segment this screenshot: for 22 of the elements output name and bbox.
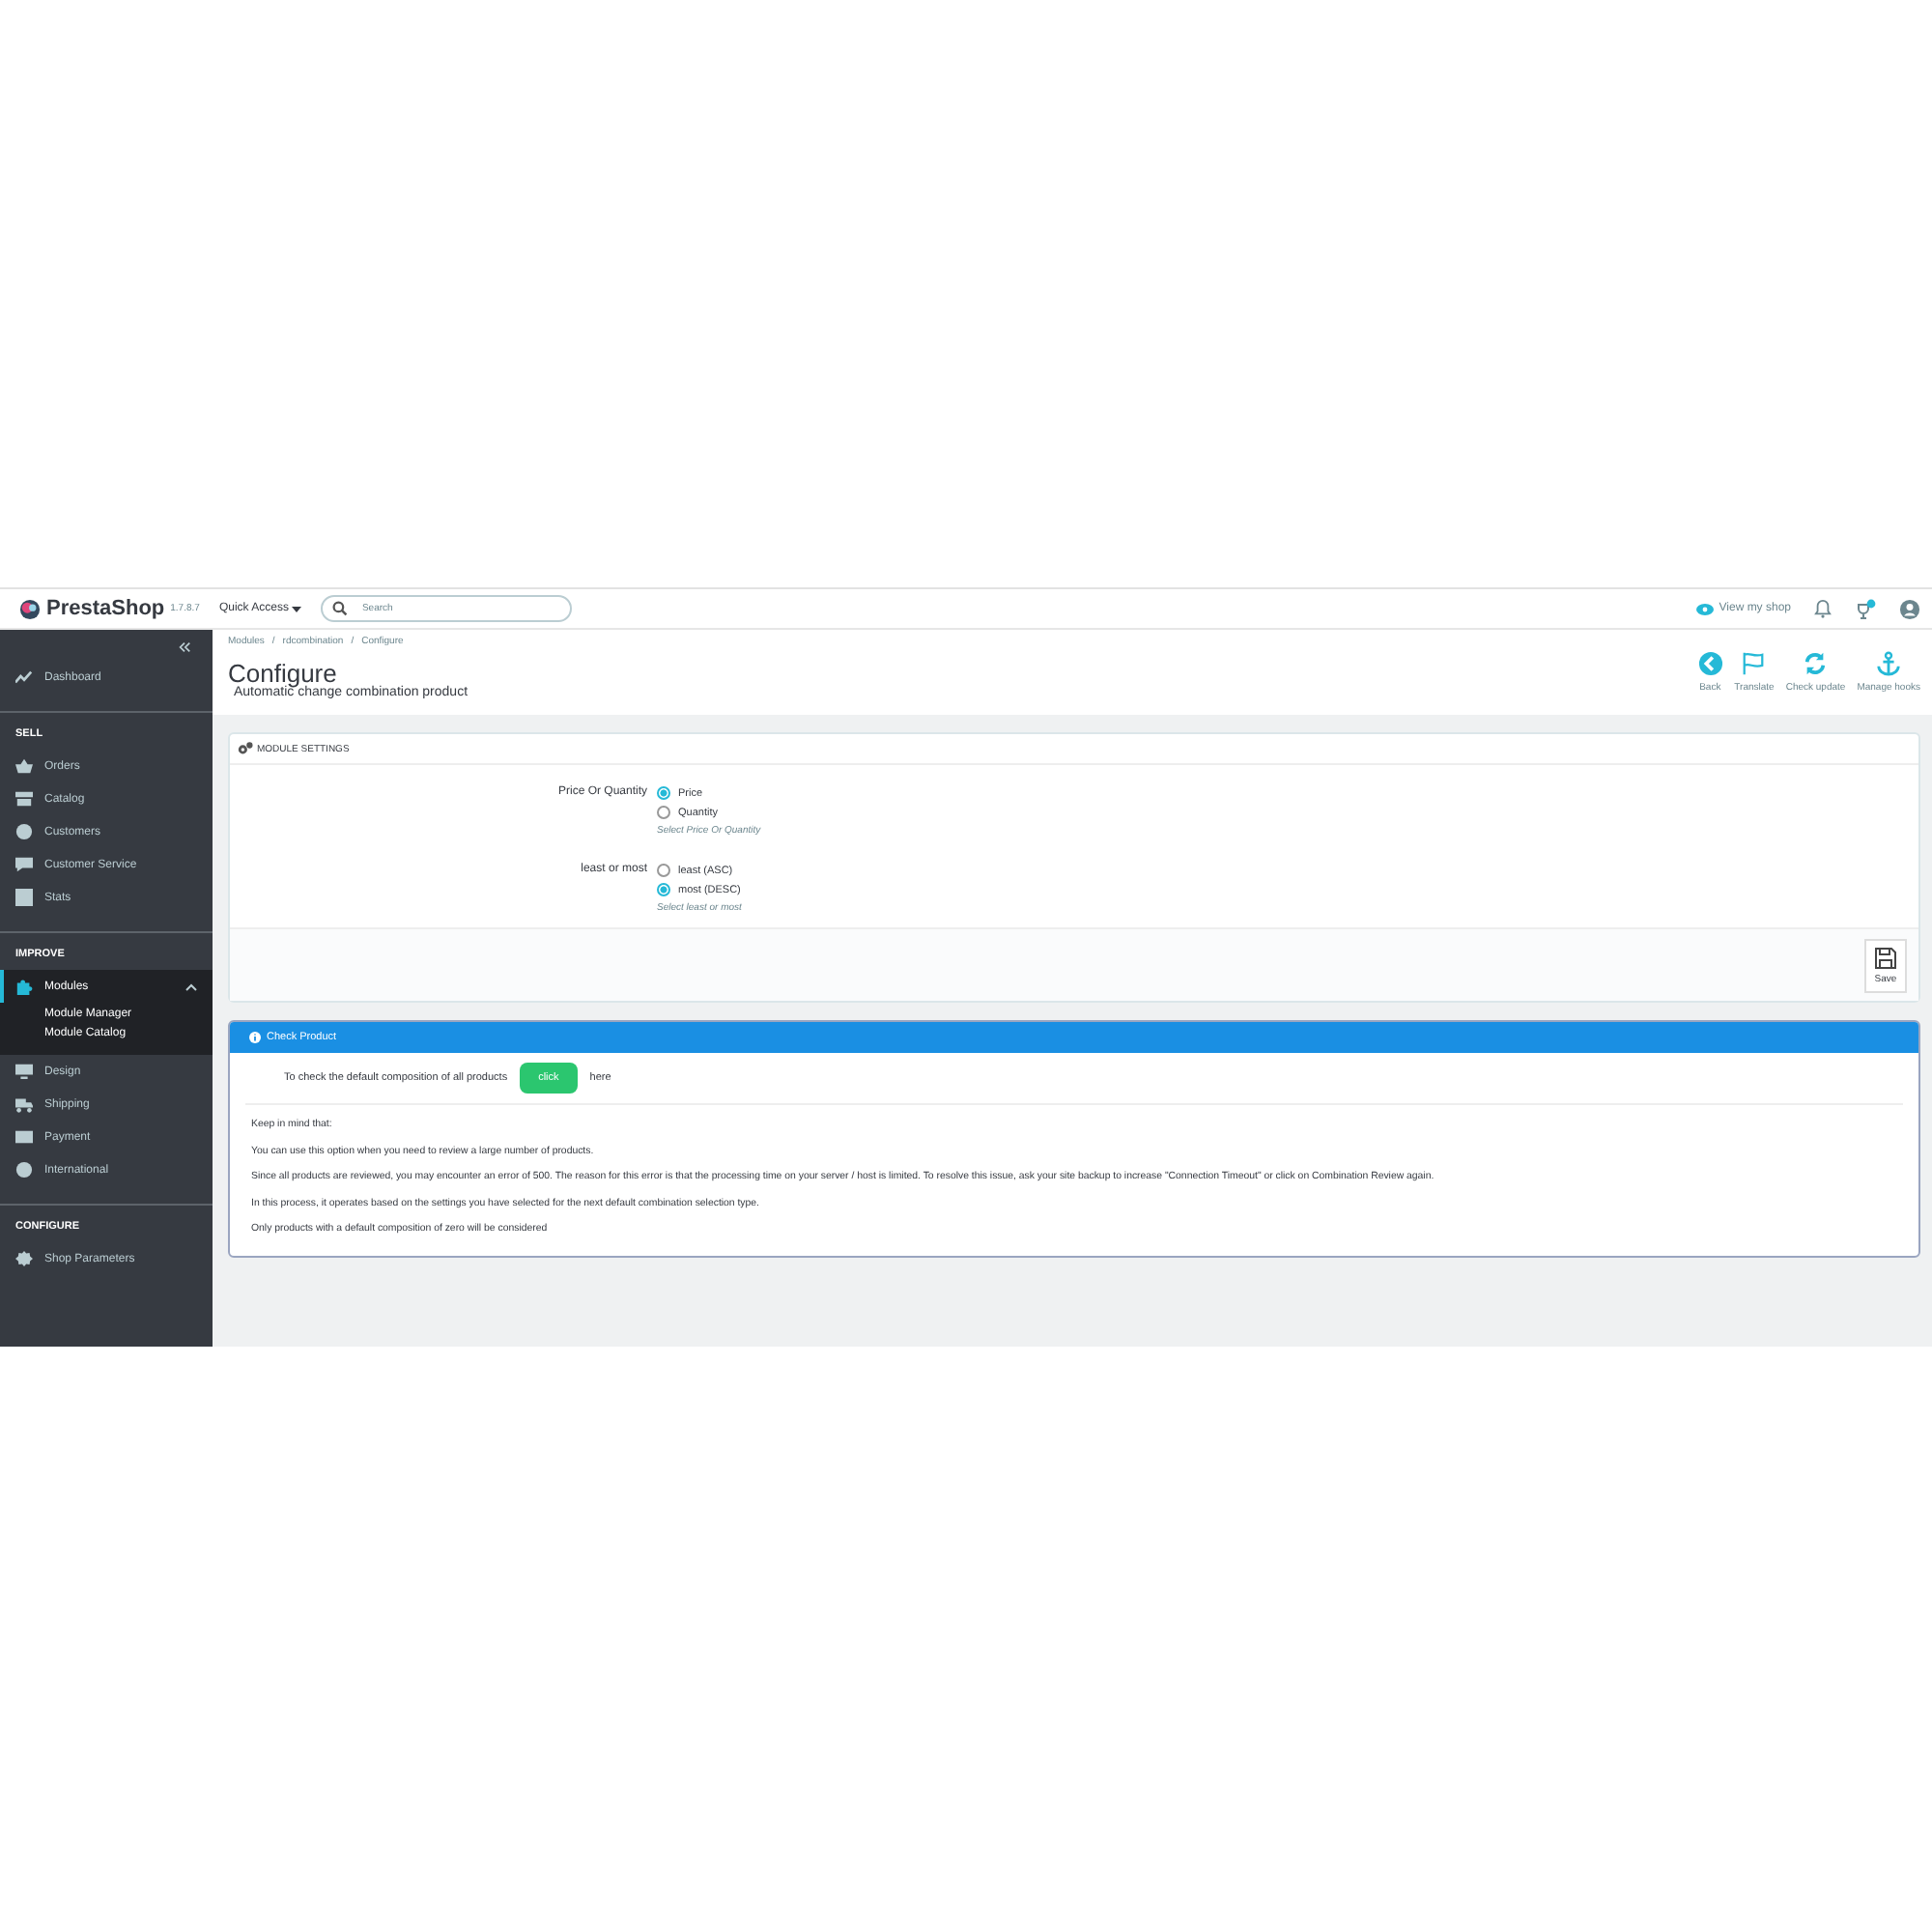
chat-icon (15, 856, 33, 873)
puzzle-icon (15, 978, 33, 995)
basket-icon (15, 757, 33, 775)
monitor-icon (15, 1063, 33, 1080)
info-icon (249, 1032, 261, 1043)
trend-icon (15, 668, 33, 686)
logo-icon (19, 598, 41, 619)
back-icon (1697, 651, 1723, 676)
page-title: Configure (228, 661, 337, 686)
trophy-icon[interactable] (1855, 598, 1876, 619)
anchor-icon (1876, 651, 1902, 676)
save-icon (1874, 946, 1897, 969)
flag-icon (1741, 651, 1767, 676)
logo-text: PrestaShop (46, 597, 165, 620)
account-icon[interactable] (1899, 598, 1920, 619)
gears-icon (238, 742, 253, 755)
caret-down-icon (292, 606, 302, 611)
eye-icon (1695, 602, 1714, 615)
truck-icon (15, 1095, 33, 1113)
notification-bell-icon[interactable] (1814, 599, 1832, 618)
refresh-icon (1803, 651, 1829, 676)
collapse-icon[interactable] (178, 641, 191, 653)
